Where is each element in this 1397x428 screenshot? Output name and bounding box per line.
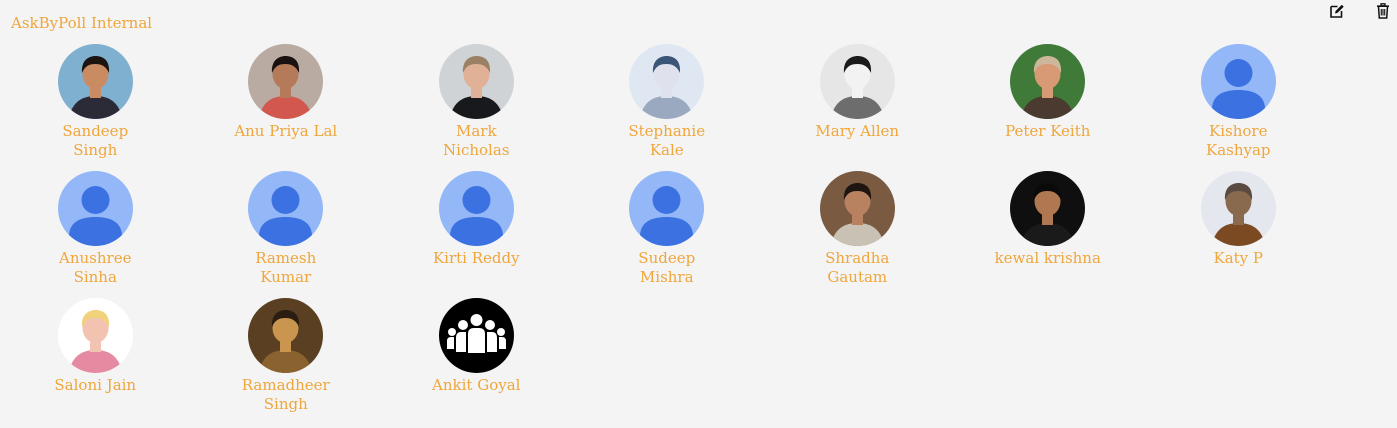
member-name[interactable]: Sudeep Mishra: [612, 249, 722, 287]
member-card[interactable]: Saloni Jain: [0, 298, 191, 425]
member-name[interactable]: Peter Keith: [993, 122, 1103, 141]
member-name[interactable]: Mark Nicholas: [421, 122, 531, 160]
default-user-avatar-icon[interactable]: [248, 171, 324, 246]
member-card[interactable]: Mary Allen: [762, 44, 953, 171]
group-people-avatar-icon[interactable]: [438, 298, 514, 373]
member-name[interactable]: kewal krishna: [993, 249, 1103, 268]
member-name[interactable]: Katy P: [1183, 249, 1293, 268]
member-card[interactable]: Sudeep Mishra: [572, 171, 763, 298]
group-toolbar: [1328, 2, 1392, 20]
member-avatar-photo[interactable]: [57, 44, 133, 119]
member-avatar-photo[interactable]: [1200, 171, 1276, 246]
member-avatar-photo[interactable]: [819, 44, 895, 119]
default-user-avatar-icon[interactable]: [57, 171, 133, 246]
default-user-avatar-icon[interactable]: [1200, 44, 1276, 119]
member-avatar-photo[interactable]: [629, 44, 705, 119]
member-card[interactable]: Kishore Kashyap: [1143, 44, 1334, 171]
member-card[interactable]: Shradha Gautam: [762, 171, 953, 298]
edit-icon[interactable]: [1328, 2, 1346, 20]
member-name[interactable]: Sandeep Singh: [40, 122, 150, 160]
trash-icon[interactable]: [1374, 2, 1392, 20]
member-avatar-photo[interactable]: [438, 44, 514, 119]
member-avatar-photo[interactable]: [1010, 44, 1086, 119]
default-user-avatar-icon[interactable]: [438, 171, 514, 246]
member-name[interactable]: Mary Allen: [802, 122, 912, 141]
member-avatar-photo[interactable]: [248, 298, 324, 373]
member-card[interactable]: Ankit Goyal: [381, 298, 572, 425]
member-name[interactable]: Stephanie Kale: [612, 122, 722, 160]
group-page: AskByPoll Internal Sandeep Singh Anu Priy…: [0, 0, 1397, 428]
member-name[interactable]: Shradha Gautam: [802, 249, 912, 287]
member-name[interactable]: Saloni Jain: [40, 376, 150, 395]
member-card[interactable]: Peter Keith: [953, 44, 1144, 171]
member-avatar-photo[interactable]: [57, 298, 133, 373]
member-name[interactable]: Kirti Reddy: [421, 249, 531, 268]
member-card[interactable]: Kirti Reddy: [381, 171, 572, 298]
member-avatar-photo[interactable]: [1010, 171, 1086, 246]
members-grid: Sandeep Singh Anu Priya Lal Mark Nicholas S…: [0, 44, 1397, 425]
member-card[interactable]: Katy P: [1143, 171, 1334, 298]
member-card[interactable]: Sandeep Singh: [0, 44, 191, 171]
member-avatar-photo[interactable]: [248, 44, 324, 119]
member-name[interactable]: Ramesh Kumar: [231, 249, 341, 287]
member-card[interactable]: Stephanie Kale: [572, 44, 763, 171]
member-card[interactable]: Anushree Sinha: [0, 171, 191, 298]
group-title[interactable]: AskByPoll Internal: [11, 14, 152, 32]
member-card[interactable]: Mark Nicholas: [381, 44, 572, 171]
member-name[interactable]: Ramadheer Singh: [231, 376, 341, 414]
member-card[interactable]: Ramesh Kumar: [191, 171, 382, 298]
member-card[interactable]: Anu Priya Lal: [191, 44, 382, 171]
default-user-avatar-icon[interactable]: [629, 171, 705, 246]
member-name[interactable]: Ankit Goyal: [421, 376, 531, 395]
member-card[interactable]: Ramadheer Singh: [191, 298, 382, 425]
member-name[interactable]: Kishore Kashyap: [1183, 122, 1293, 160]
member-avatar-photo[interactable]: [819, 171, 895, 246]
member-name[interactable]: Anu Priya Lal: [231, 122, 341, 141]
member-name[interactable]: Anushree Sinha: [40, 249, 150, 287]
member-card[interactable]: kewal krishna: [953, 171, 1144, 298]
